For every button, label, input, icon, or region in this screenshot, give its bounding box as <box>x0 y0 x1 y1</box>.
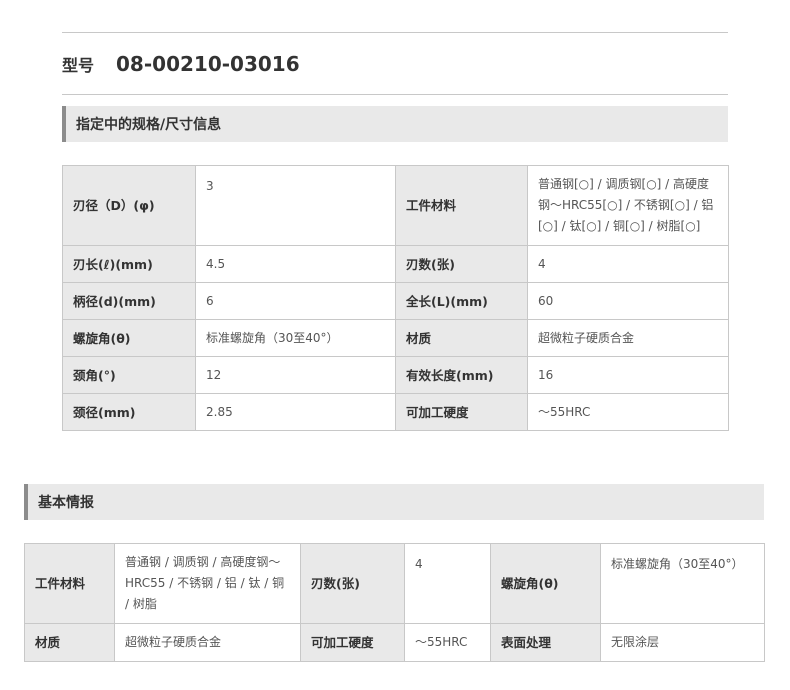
info-key: 表面处理 <box>490 623 601 662</box>
spec-value: 60 <box>527 282 729 320</box>
spec-value: 4.5 <box>195 245 396 283</box>
spec-key: 刃数(张) <box>395 245 528 283</box>
info-key: 工件材料 <box>24 543 115 624</box>
info-key: 刃数(张) <box>300 543 405 624</box>
spec-value: 2.85 <box>195 393 396 431</box>
spec-value: 标准螺旋角（30至40°） <box>195 319 396 357</box>
info-value: 普通钢 / 调质钢 / 高硬度钢～HRC55 / 不锈钢 / 铝 / 钛 / 铜… <box>114 543 301 624</box>
spec-value: 12 <box>195 356 396 394</box>
table-row: 颈角(°) 12 有效长度(mm) 16 <box>62 356 729 394</box>
table-row: 刃长(ℓ)(mm) 4.5 刃数(张) 4 <box>62 245 729 283</box>
table-row: 刃径（D）(φ) 3 工件材料 普通钢[○] / 调质钢[○] / 高硬度钢～H… <box>62 165 729 246</box>
spec-value: 普通钢[○] / 调质钢[○] / 高硬度钢～HRC55[○] / 不锈钢[○]… <box>527 165 729 246</box>
spec-key: 刃长(ℓ)(mm) <box>62 245 196 283</box>
spec-value: ～55HRC <box>527 393 729 431</box>
spec-key: 柄径(d)(mm) <box>62 282 196 320</box>
info-key: 可加工硬度 <box>300 623 405 662</box>
table-row: 工件材料 普通钢 / 调质钢 / 高硬度钢～HRC55 / 不锈钢 / 铝 / … <box>24 543 765 624</box>
table-row: 螺旋角(θ) 标准螺旋角（30至40°） 材质 超微粒子硬质合金 <box>62 319 729 357</box>
model-header: 型号 08-00210-03016 <box>62 50 300 78</box>
spec-value: 6 <box>195 282 396 320</box>
spec-key: 螺旋角(θ) <box>62 319 196 357</box>
spec-key: 有效长度(mm) <box>395 356 528 394</box>
info-value: 4 <box>404 543 491 624</box>
spec-value: 3 <box>195 165 396 246</box>
info-value: 无限涂层 <box>600 623 765 662</box>
spec-table: 刃径（D）(φ) 3 工件材料 普通钢[○] / 调质钢[○] / 高硬度钢～H… <box>62 165 729 431</box>
table-row: 柄径(d)(mm) 6 全长(L)(mm) 60 <box>62 282 729 320</box>
info-value: 超微粒子硬质合金 <box>114 623 301 662</box>
info-value: ～55HRC <box>404 623 491 662</box>
model-divider <box>62 94 728 95</box>
model-label: 型号 <box>62 56 95 75</box>
info-value: 标准螺旋角（30至40°） <box>600 543 765 624</box>
spec-section-title: 指定中的规格/尺寸信息 <box>62 106 728 142</box>
spec-key: 材质 <box>395 319 528 357</box>
basic-info-table: 工件材料 普通钢 / 调质钢 / 高硬度钢～HRC55 / 不锈钢 / 铝 / … <box>24 543 765 662</box>
table-row: 颈径(mm) 2.85 可加工硬度 ～55HRC <box>62 393 729 431</box>
spec-key: 颈径(mm) <box>62 393 196 431</box>
table-row: 材质 超微粒子硬质合金 可加工硬度 ～55HRC 表面处理 无限涂层 <box>24 623 765 662</box>
spec-key: 刃径（D）(φ) <box>62 165 196 246</box>
basic-section-title: 基本情报 <box>24 484 764 520</box>
spec-value: 超微粒子硬质合金 <box>527 319 729 357</box>
top-divider <box>62 32 728 33</box>
spec-key: 工件材料 <box>395 165 528 246</box>
model-number: 08-00210-03016 <box>116 52 300 76</box>
info-key: 材质 <box>24 623 115 662</box>
info-key: 螺旋角(θ) <box>490 543 601 624</box>
spec-key: 全长(L)(mm) <box>395 282 528 320</box>
spec-value: 4 <box>527 245 729 283</box>
spec-key: 颈角(°) <box>62 356 196 394</box>
spec-key: 可加工硬度 <box>395 393 528 431</box>
spec-value: 16 <box>527 356 729 394</box>
